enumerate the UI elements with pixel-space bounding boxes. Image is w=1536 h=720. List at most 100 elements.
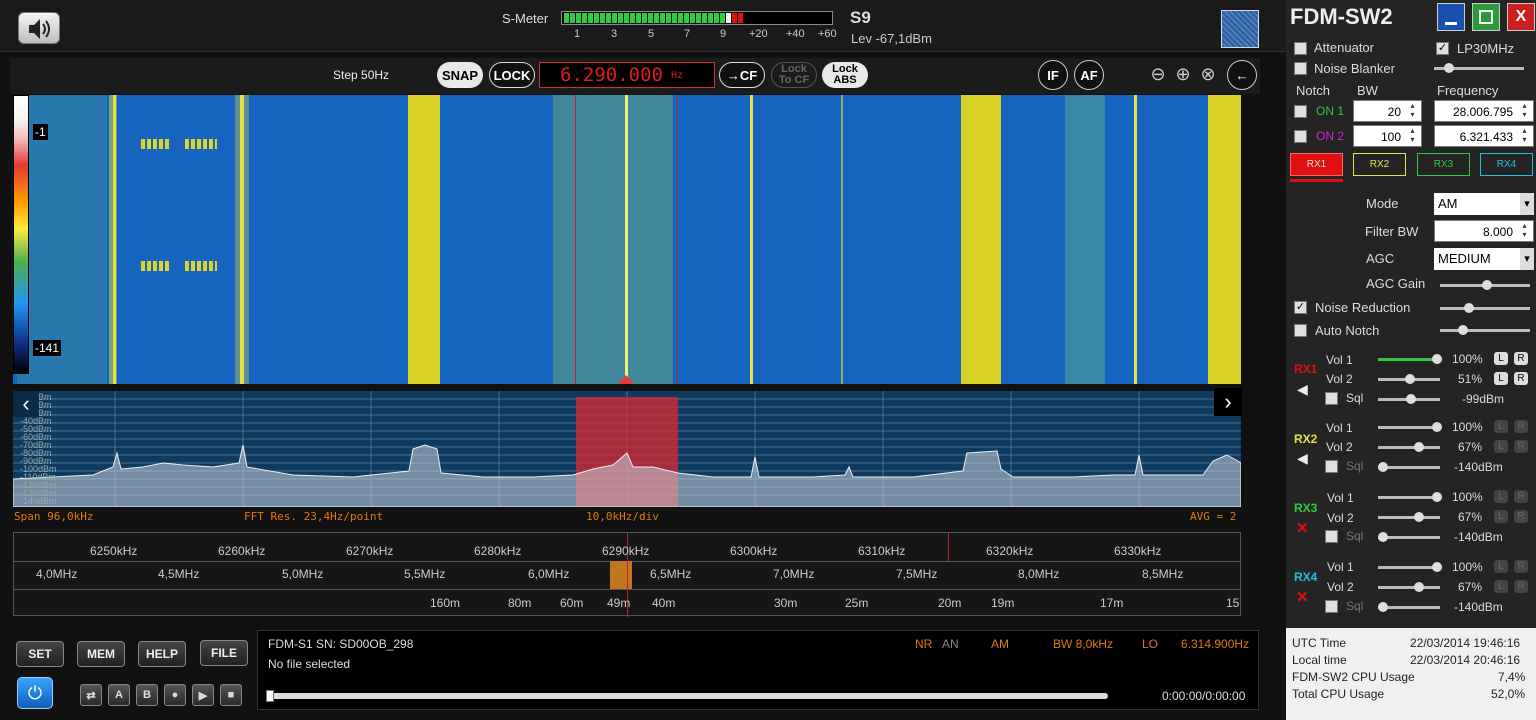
mem-button[interactable]: MEM xyxy=(77,641,125,667)
rx3-sql-checkbox[interactable] xyxy=(1325,530,1338,543)
rx2-vol2-slider[interactable] xyxy=(1378,442,1440,452)
file-button[interactable]: FILE xyxy=(200,640,248,666)
rx1-vol2-right[interactable]: R xyxy=(1514,372,1528,385)
rx4-vol1-value: 100% xyxy=(1452,560,1483,574)
scroll-right-icon[interactable]: › xyxy=(1214,388,1242,416)
rx2-vol2-left[interactable]: L xyxy=(1494,440,1508,453)
zoom-in-icon[interactable]: ⊕ xyxy=(1171,62,1195,86)
playback-slider[interactable] xyxy=(266,690,1108,702)
rx2-vol2-right[interactable]: R xyxy=(1514,440,1528,453)
rx1-vol1-slider[interactable] xyxy=(1378,354,1442,364)
status-box: FDM-S1 SN: SD00OB_298 No file selected N… xyxy=(257,630,1259,710)
waterfall-top-label: -1 xyxy=(33,124,48,140)
auto-notch-checkbox[interactable] xyxy=(1294,324,1307,337)
filter-bw-input[interactable]: 8.000 xyxy=(1434,220,1534,242)
zoom-reset-icon[interactable]: ⊗ xyxy=(1196,62,1220,86)
lock-abs-button[interactable]: Lock ABS xyxy=(822,62,868,88)
notch2-freq-input[interactable]: 6.321.433 xyxy=(1434,125,1534,147)
rx2-vol1-slider[interactable] xyxy=(1378,422,1442,432)
rx3-vol2-slider[interactable] xyxy=(1378,512,1440,522)
noise-blanker-checkbox[interactable] xyxy=(1294,62,1307,75)
if-button[interactable]: IF xyxy=(1038,60,1068,90)
rx3-muted-icon[interactable]: ✕ xyxy=(1296,519,1309,537)
noise-reduction-slider[interactable] xyxy=(1440,303,1530,313)
af-button[interactable]: AF xyxy=(1074,60,1104,90)
rx1-vol1-right[interactable]: R xyxy=(1514,352,1528,365)
lp30-checkbox[interactable]: ✓ xyxy=(1436,42,1449,55)
loop-icon[interactable]: ⇄ xyxy=(80,684,102,706)
rx1-tab-underline xyxy=(1290,179,1343,182)
rx3-vol2-left[interactable]: L xyxy=(1494,510,1508,523)
band-label: 60m xyxy=(560,596,584,610)
auto-notch-slider[interactable] xyxy=(1440,325,1530,335)
rx2-vol1-right[interactable]: R xyxy=(1514,420,1528,433)
rx2-vol1-value: 100% xyxy=(1452,420,1483,434)
pen-icon[interactable] xyxy=(1221,10,1259,48)
rx1-vol2-slider[interactable] xyxy=(1378,374,1440,384)
marker-a-button[interactable]: A xyxy=(108,684,130,706)
rx1-tab[interactable]: RX1 xyxy=(1290,153,1343,176)
set-button[interactable]: SET xyxy=(16,641,64,667)
rx3-vol1-right[interactable]: R xyxy=(1514,490,1528,503)
local-time-value: 22/03/2014 20:46:16 xyxy=(1410,653,1521,667)
rx1-sql-checkbox[interactable] xyxy=(1325,392,1338,405)
step-label[interactable]: Step 50Hz xyxy=(333,68,389,82)
help-button[interactable]: HELP xyxy=(138,641,186,667)
attenuator-checkbox[interactable] xyxy=(1294,42,1307,55)
lock-to-cf-button[interactable]: Lock To CF xyxy=(771,62,817,88)
rx2-speaker-icon[interactable]: ◀ xyxy=(1297,450,1308,467)
rx3-vol1-slider[interactable] xyxy=(1378,492,1442,502)
close-icon[interactable]: X xyxy=(1507,3,1535,31)
noise-reduction-checkbox[interactable]: ✓ xyxy=(1294,301,1307,314)
power-icon[interactable]: ⏻ xyxy=(17,677,53,709)
notch1-freq-input[interactable]: 28.006.795 xyxy=(1434,100,1534,122)
rx4-sql-checkbox[interactable] xyxy=(1325,600,1338,613)
frequency-scale[interactable]: 6250kHz 6260kHz 6270kHz 6280kHz 6290kHz … xyxy=(13,532,1241,617)
lock-button[interactable]: LOCK xyxy=(489,62,535,88)
rx3-vol2-right[interactable]: R xyxy=(1514,510,1528,523)
spectrum-display[interactable] xyxy=(13,391,1241,507)
rx4-muted-icon[interactable]: ✕ xyxy=(1296,588,1309,606)
rx4-vol1-left[interactable]: L xyxy=(1494,560,1508,573)
rx4-tab[interactable]: RX4 xyxy=(1480,153,1533,176)
agc-gain-slider[interactable] xyxy=(1440,280,1530,290)
marker-b-button[interactable]: B xyxy=(136,684,158,706)
rx4-vol1-right[interactable]: R xyxy=(1514,560,1528,573)
waterfall-display[interactable] xyxy=(13,95,1241,384)
snap-button[interactable]: SNAP xyxy=(437,62,483,88)
rx4-vol2-slider[interactable] xyxy=(1378,582,1440,592)
rx1-speaker-icon[interactable]: ◀ xyxy=(1297,381,1308,398)
rx4-vol2-right[interactable]: R xyxy=(1514,580,1528,593)
rx2-sql-slider[interactable] xyxy=(1378,462,1440,472)
rx3-sql-slider[interactable] xyxy=(1378,532,1440,542)
notch1-checkbox[interactable] xyxy=(1294,105,1307,118)
notch1-bw-input[interactable]: 20 xyxy=(1353,100,1422,122)
minimize-icon[interactable] xyxy=(1437,3,1465,31)
rx4-vol1-slider[interactable] xyxy=(1378,562,1442,572)
noise-blanker-slider[interactable] xyxy=(1434,63,1524,73)
speaker-icon[interactable] xyxy=(18,12,60,44)
rx1-vol1-left[interactable]: L xyxy=(1494,352,1508,365)
rx2-vol1-left[interactable]: L xyxy=(1494,420,1508,433)
maximize-icon[interactable] xyxy=(1472,3,1500,31)
rx3-tab[interactable]: RX3 xyxy=(1417,153,1470,176)
frequency-display[interactable]: 6.290.000 Hz xyxy=(539,62,715,88)
record-icon[interactable]: ● xyxy=(164,684,186,706)
scroll-left-icon[interactable]: ‹ xyxy=(13,391,39,417)
zoom-out-icon[interactable]: ⊖ xyxy=(1146,62,1170,86)
rx3-vol1-left[interactable]: L xyxy=(1494,490,1508,503)
notch2-bw-input[interactable]: 100 xyxy=(1353,125,1422,147)
to-cf-button[interactable]: →CF xyxy=(719,62,765,88)
rx2-sql-checkbox[interactable] xyxy=(1325,460,1338,473)
rx1-vol2-left[interactable]: L xyxy=(1494,372,1508,385)
rx4-vol2-left[interactable]: L xyxy=(1494,580,1508,593)
play-icon[interactable]: ▶ xyxy=(192,684,214,706)
stop-icon[interactable]: ■ xyxy=(220,684,242,706)
back-arrow-icon[interactable]: ← xyxy=(1227,60,1257,90)
rx2-tab[interactable]: RX2 xyxy=(1353,153,1406,176)
mode-select[interactable]: AM xyxy=(1434,193,1534,215)
agc-select[interactable]: MEDIUM xyxy=(1434,248,1534,270)
rx1-sql-slider[interactable] xyxy=(1378,394,1440,404)
rx4-sql-slider[interactable] xyxy=(1378,602,1440,612)
notch2-checkbox[interactable] xyxy=(1294,130,1307,143)
